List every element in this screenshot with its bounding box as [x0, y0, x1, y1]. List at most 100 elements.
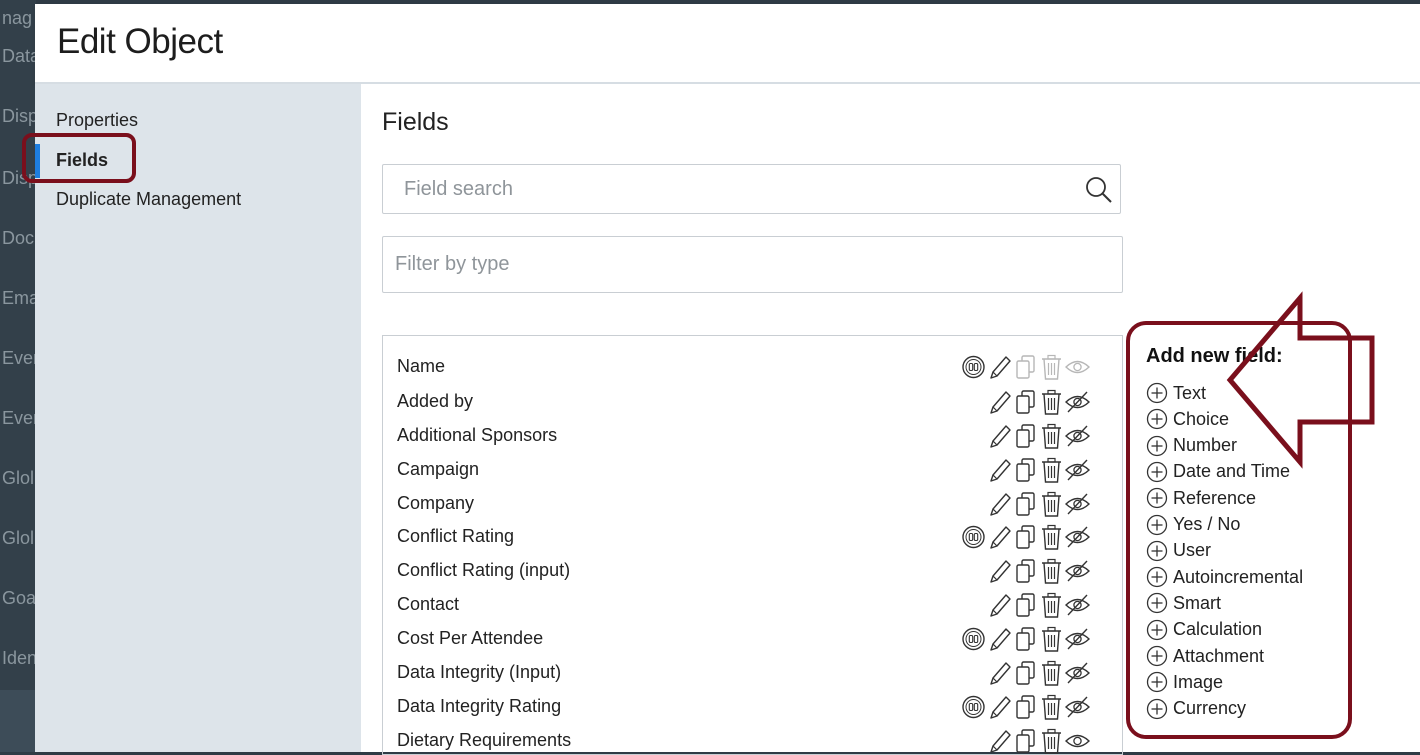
field-name: Data Integrity Rating: [397, 696, 562, 716]
copy-icon[interactable]: [1013, 456, 1038, 484]
field-name: Dietary Requirements: [397, 730, 572, 750]
field-actions: [987, 455, 1090, 485]
background-item: Ema: [2, 288, 36, 308]
field-actions: [987, 590, 1090, 620]
filter-by-type-select[interactable]: Filter by type: [382, 236, 1123, 293]
pencil-icon[interactable]: [987, 557, 1012, 585]
eye-icon[interactable]: [1065, 523, 1090, 551]
pencil-icon[interactable]: [987, 353, 1012, 381]
field-actions: [961, 522, 1090, 552]
pencil-icon[interactable]: [987, 388, 1012, 416]
trash-icon[interactable]: [1039, 625, 1064, 653]
field-row[interactable]: Dietary Requirements: [383, 724, 1122, 755]
eye-icon[interactable]: [1065, 557, 1090, 585]
field-search-placeholder: Field search: [404, 178, 513, 200]
sidebar-item-properties[interactable]: Properties: [56, 110, 138, 131]
field-name: Name: [397, 356, 446, 376]
trash-icon[interactable]: [1039, 388, 1064, 416]
eye-icon[interactable]: [1065, 388, 1090, 416]
copy-icon[interactable]: [1013, 490, 1038, 518]
pencil-icon[interactable]: [987, 490, 1012, 518]
copy-icon[interactable]: [1013, 388, 1038, 416]
field-name: Company: [397, 493, 475, 513]
trash-icon[interactable]: [1039, 422, 1064, 450]
background-item: Goa: [2, 588, 36, 608]
modal-title: Edit Object: [57, 22, 223, 61]
eye-icon[interactable]: [1065, 693, 1090, 721]
modal-sidebar: Properties Fields Duplicate Management: [22, 84, 361, 752]
eye-icon[interactable]: [1065, 456, 1090, 484]
field-row[interactable]: Contact: [383, 588, 1122, 622]
calculated-field-icon: [962, 355, 985, 379]
copy-icon[interactable]: [1013, 693, 1038, 721]
copy-icon[interactable]: [1013, 353, 1038, 381]
field-name: Cost Per Attendee: [397, 628, 544, 648]
eye-icon[interactable]: [1065, 353, 1090, 381]
sidebar-item-duplicate-management[interactable]: Duplicate Management: [56, 189, 241, 210]
pencil-icon[interactable]: [987, 693, 1012, 721]
trash-icon[interactable]: [1039, 693, 1064, 721]
trash-icon[interactable]: [1039, 659, 1064, 687]
calculated-field-icon: [962, 695, 985, 719]
copy-icon[interactable]: [1013, 523, 1038, 551]
eye-icon[interactable]: [1065, 490, 1090, 518]
pencil-icon[interactable]: [987, 591, 1012, 619]
fields-list: Name Added by Additional Sponsors Campaign C…: [382, 335, 1123, 755]
trash-icon[interactable]: [1039, 523, 1064, 551]
pencil-icon[interactable]: [987, 727, 1012, 755]
trash-icon[interactable]: [1039, 353, 1064, 381]
field-row[interactable]: Data Integrity Rating: [383, 690, 1122, 724]
annotation-arrow-icon: [1226, 291, 1375, 469]
field-actions: [961, 624, 1090, 654]
pencil-icon[interactable]: [987, 456, 1012, 484]
pencil-icon[interactable]: [987, 659, 1012, 687]
trash-icon[interactable]: [1039, 557, 1064, 585]
copy-icon[interactable]: [1013, 659, 1038, 687]
pencil-icon[interactable]: [987, 523, 1012, 551]
background-item: Even: [2, 348, 36, 368]
field-name: Added by: [397, 391, 474, 411]
trash-icon[interactable]: [1039, 591, 1064, 619]
background-highlight: [0, 690, 36, 752]
eye-icon[interactable]: [1065, 422, 1090, 450]
field-row[interactable]: Added by: [383, 385, 1122, 419]
background-item: Glol: [2, 528, 35, 548]
field-row[interactable]: Company: [383, 487, 1122, 521]
field-row[interactable]: Name: [383, 350, 1122, 384]
field-row[interactable]: Data Integrity (Input): [383, 656, 1122, 690]
field-row[interactable]: Conflict Rating: [383, 520, 1122, 554]
calculated-field-icon: [962, 525, 985, 549]
eye-icon[interactable]: [1065, 659, 1090, 687]
field-row[interactable]: Additional Sponsors: [383, 419, 1122, 453]
copy-icon[interactable]: [1013, 557, 1038, 585]
pencil-icon[interactable]: [987, 625, 1012, 653]
field-actions: [987, 489, 1090, 519]
background-item: Even: [2, 408, 36, 428]
eye-icon[interactable]: [1065, 591, 1090, 619]
section-title: Fields: [382, 108, 449, 136]
field-row[interactable]: Conflict Rating (input): [383, 554, 1122, 588]
field-actions: [987, 387, 1090, 417]
background-item: Iden: [2, 648, 36, 668]
pencil-icon[interactable]: [987, 422, 1012, 450]
field-actions: [987, 726, 1090, 755]
trash-icon[interactable]: [1039, 490, 1064, 518]
field-row[interactable]: Campaign: [383, 453, 1122, 487]
field-actions: [987, 658, 1090, 688]
eye-icon[interactable]: [1065, 625, 1090, 653]
copy-icon[interactable]: [1013, 625, 1038, 653]
annotation-highlight-fields: [22, 133, 136, 183]
field-search-input[interactable]: Field search: [382, 164, 1121, 214]
copy-icon[interactable]: [1013, 727, 1038, 755]
search-icon[interactable]: [1084, 175, 1114, 205]
background-item: Doc: [2, 228, 35, 248]
background-item: Data: [2, 46, 36, 66]
trash-icon[interactable]: [1039, 456, 1064, 484]
field-actions: [961, 352, 1090, 382]
field-name: Data Integrity (Input): [397, 662, 562, 682]
trash-icon[interactable]: [1039, 727, 1064, 755]
copy-icon[interactable]: [1013, 591, 1038, 619]
copy-icon[interactable]: [1013, 422, 1038, 450]
eye-icon[interactable]: [1065, 727, 1090, 755]
field-row[interactable]: Cost Per Attendee: [383, 622, 1122, 656]
